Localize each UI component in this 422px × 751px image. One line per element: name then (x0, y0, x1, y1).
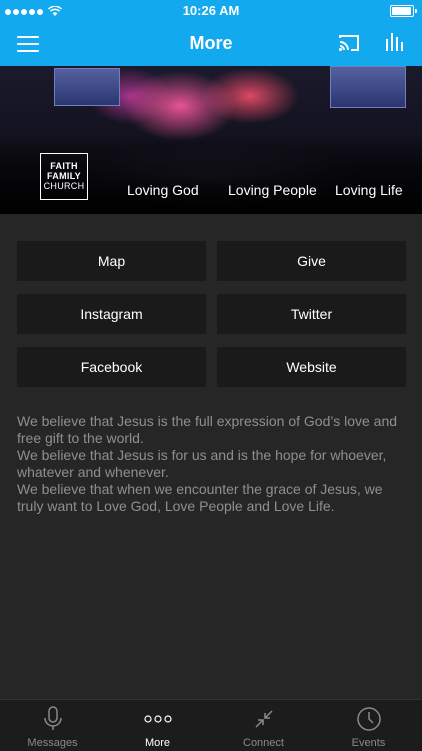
tagline-loving-people: Loving People (228, 182, 317, 198)
tab-more[interactable]: More (105, 700, 210, 751)
tab-label: Connect (243, 737, 284, 749)
tab-label: More (144, 737, 171, 749)
stage-screen-left (54, 68, 120, 106)
instagram-button[interactable]: Instagram (17, 294, 206, 334)
twitter-button[interactable]: Twitter (217, 294, 406, 334)
tagline-loving-life: Loving Life (335, 182, 403, 198)
map-button[interactable]: Map (17, 241, 206, 281)
more-dots-icon (143, 715, 172, 723)
battery-icon (390, 5, 417, 17)
connect-arrows-icon (254, 710, 273, 728)
tab-events[interactable]: Events (316, 700, 421, 751)
tagline-loving-god: Loving God (127, 182, 199, 198)
status-time: 10:26 AM (182, 3, 240, 18)
belief-paragraph: We believe that Jesus is for us and is t… (17, 447, 387, 480)
nav-bar: More (0, 20, 422, 66)
facebook-button[interactable]: Facebook (17, 347, 206, 387)
beliefs-description: We believe that Jesus is the full expres… (17, 413, 409, 515)
tab-connect[interactable]: Connect (211, 700, 316, 751)
website-button[interactable]: Website (217, 347, 406, 387)
hero-banner: FAITH FAMILY CHURCH Loving God Loving Pe… (0, 66, 422, 214)
church-logo: FAITH FAMILY CHURCH (40, 153, 88, 200)
tab-bar: Messages More Connect Events (0, 699, 422, 751)
clock-icon (356, 707, 381, 731)
belief-paragraph: We believe that when we encounter the gr… (17, 481, 383, 514)
give-button[interactable]: Give (217, 241, 406, 281)
tab-label: Events (351, 737, 386, 749)
stage-screen-right (330, 66, 406, 108)
tab-messages[interactable]: Messages (0, 700, 105, 751)
cast-icon[interactable] (338, 32, 360, 54)
audio-bars-icon[interactable] (384, 31, 406, 53)
microphone-icon (43, 706, 62, 730)
tab-label: Messages (27, 737, 78, 749)
status-bar: 10:26 AM (0, 0, 422, 20)
belief-paragraph: We believe that Jesus is the full expres… (17, 413, 398, 446)
